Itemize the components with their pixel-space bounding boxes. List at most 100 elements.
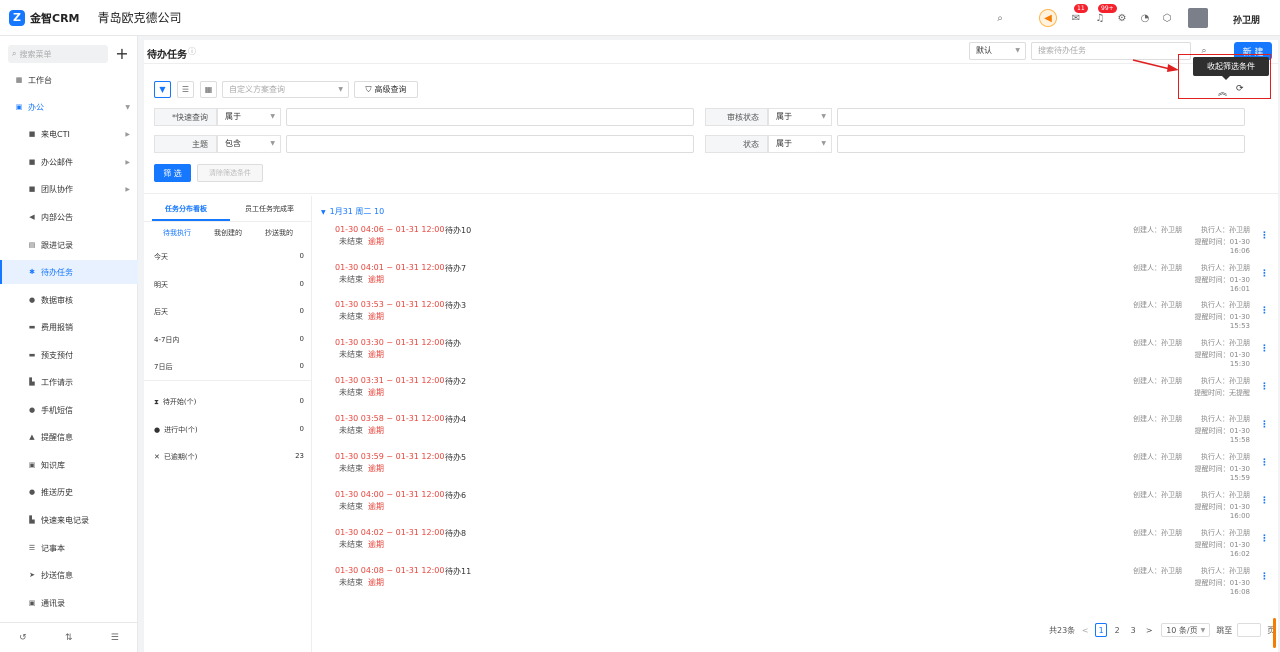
task-name[interactable]: 待办2 [445,376,466,387]
table-row[interactable]: 01-30 03:31 ~ 01-31 12:00 未结束 逾期 待办2 创建人：孙卫朋… [313,376,1269,414]
more-icon[interactable]: ⋮ [1260,496,1269,506]
sidebar-item-reminder[interactable]: ▲ 提醒信息 [0,425,138,449]
sidebar-item-followup[interactable]: ▤ 跟进记录 [0,233,138,257]
settings-sliders-icon[interactable]: ☰ [111,633,119,643]
task-name[interactable]: 待办3 [445,300,466,311]
sidebar-item-quick-call[interactable]: ▙ 快速来电记录 [0,508,138,532]
sidebar-item-workbench[interactable]: ▦ 工作台 [0,68,138,92]
help-icon[interactable]: ⓘ [188,46,196,57]
prev-page-button[interactable]: < [1079,623,1091,637]
filter-button[interactable]: 筛 选 [154,164,191,182]
more-icon[interactable]: ⋮ [1260,420,1269,430]
list-item[interactable]: ⧗ 待开始(个) 0 [154,397,304,407]
more-icon[interactable]: ⋮ [1260,231,1269,241]
view-select[interactable]: 默认 ▼ [969,42,1026,60]
message-icon[interactable]: ✉ 11 [1069,4,1088,25]
list-item[interactable]: 7日后 0 [154,362,304,372]
sidebar-item-audit[interactable]: ● 数据审核 [0,288,138,312]
chart-icon[interactable]: ◔ [1138,11,1152,25]
sidebar-item-office[interactable]: ▣ 办公 ▼ [0,95,138,119]
list-item[interactable]: ● 进行中(个) 0 [154,425,304,435]
page-button[interactable]: 2 [1111,623,1123,637]
user-name[interactable]: 孙卫朋 [1233,13,1260,26]
table-row[interactable]: 01-30 04:02 ~ 01-31 12:00 未结束 逾期 待办8 创建人：孙卫朋… [313,528,1269,566]
add-menu-button[interactable]: + [113,44,131,63]
scheme-select[interactable]: 自定义方案查询 ▼ [222,81,349,98]
clear-filter-button[interactable]: 清除筛选条件 [197,164,263,182]
page-size-select[interactable]: 10 条/页 ▼ [1161,623,1211,637]
sub-tab-todo[interactable]: 待我执行 [163,228,191,238]
menu-search-input[interactable]: ⌕ 搜索菜单 [8,45,108,63]
more-icon[interactable]: ⋮ [1260,534,1269,544]
sidebar-item-cti[interactable]: ■ 来电CTI ▶ [0,122,138,146]
audit-status-operator[interactable]: 属于 ▼ [768,108,832,126]
table-row[interactable]: 01-30 04:08 ~ 01-31 12:00 未结束 逾期 待办11 创建人：孙卫… [313,566,1269,604]
board-view-icon[interactable]: ▼ [154,81,171,98]
sub-tab-cc[interactable]: 抄送我的 [265,228,293,238]
table-row[interactable]: 01-30 03:59 ~ 01-31 12:00 未结束 逾期 待办5 创建人：孙卫朋… [313,452,1269,490]
sidebar-item-expense[interactable]: ▬ 费用报销 [0,315,138,339]
page-jump-input[interactable] [1237,623,1262,637]
table-row[interactable]: 01-30 04:06 ~ 01-31 12:00 未结束 逾期 待办10 创建人：孙卫… [313,225,1269,263]
subject-operator[interactable]: 包含 ▼ [217,135,281,153]
task-name[interactable]: 待办7 [445,263,466,274]
sidebar-item-request[interactable]: ▙ 工作请示 [0,370,138,394]
settings-icon[interactable]: ⚙ [1115,11,1129,25]
search-icon[interactable]: ⌕ [993,11,1007,25]
advanced-query-button[interactable]: ⛉ 高级查询 [354,81,418,98]
sidebar-item-knowledge[interactable]: ▣ 知识库 [0,453,138,477]
task-name[interactable]: 待办11 [445,566,471,577]
table-row[interactable]: 01-30 03:58 ~ 01-31 12:00 未结束 逾期 待办4 创建人：孙卫朋… [313,414,1269,452]
more-icon[interactable]: ⋮ [1260,269,1269,279]
task-name[interactable]: 待办8 [445,528,466,539]
sidebar-item-announcement[interactable]: ◀ 内部公告 [0,205,138,229]
tab-completion-rate[interactable]: 员工任务完成率 [245,204,294,214]
table-row[interactable]: 01-30 03:53 ~ 01-31 12:00 未结束 逾期 待办3 创建人：孙卫朋… [313,300,1269,338]
list-view-icon[interactable]: ☰ [177,81,194,98]
scrollbar[interactable] [1273,618,1276,648]
sidebar-item-todo[interactable]: ✱ 待办任务 [0,260,138,284]
task-name[interactable]: 待办10 [445,225,471,236]
sub-tab-created[interactable]: 我创建的 [214,228,242,238]
page-button[interactable]: 3 [1127,623,1139,637]
sidebar-item-cc[interactable]: ➤ 抄送信息 [0,563,138,587]
tab-task-board[interactable]: 任务分布看板 [165,204,207,214]
calendar-view-icon[interactable]: ▦ [200,81,217,98]
more-icon[interactable]: ⋮ [1260,572,1269,582]
list-item[interactable]: 明天 0 [154,280,304,290]
table-row[interactable]: 01-30 04:00 ~ 01-31 12:00 未结束 逾期 待办6 创建人：孙卫朋… [313,490,1269,528]
box-icon[interactable]: ⬡ [1160,11,1174,25]
notification-icon[interactable]: ♫ 99+ [1093,4,1117,25]
task-name[interactable]: 待办4 [445,414,466,425]
next-page-button[interactable]: > [1143,623,1155,637]
history-icon[interactable]: ↺ [19,633,27,643]
subject-input[interactable] [286,135,694,153]
task-name[interactable]: 待办6 [445,490,466,501]
task-name[interactable]: 待办 [445,338,461,349]
sidebar-item-notebook[interactable]: ☰ 记事本 [0,536,138,560]
sidebar-item-advance[interactable]: ▬ 预支预付 [0,343,138,367]
list-item[interactable]: 4-7日内 0 [154,335,304,345]
collapse-up-icon[interactable]: ︽ [1218,85,1227,98]
table-row[interactable]: 01-30 03:30 ~ 01-31 12:00 未结束 逾期 待办 创建人：孙卫朋 执… [313,338,1269,376]
sidebar-item-push-history[interactable]: ● 推送历史 [0,480,138,504]
sidebar-item-team[interactable]: ■ 团队协作 ▶ [0,177,138,201]
app-logo[interactable]: Z 金智CRM [9,9,80,26]
sort-icon[interactable]: ⇅ [65,633,73,643]
quick-query-operator[interactable]: 属于 ▼ [217,108,281,126]
sidebar-item-contacts[interactable]: ▣ 通讯录 [0,591,138,615]
page-button[interactable]: 1 [1095,623,1108,637]
list-item[interactable]: 今天 0 [154,252,304,262]
status-operator[interactable]: 属于 ▼ [768,135,832,153]
date-group-header[interactable]: ▼ 1月31 周二 10 [321,206,384,217]
sidebar-item-sms[interactable]: ● 手机短信 [0,398,138,422]
more-icon[interactable]: ⋮ [1260,306,1269,316]
more-icon[interactable]: ⋮ [1260,382,1269,392]
table-row[interactable]: 01-30 04:01 ~ 01-31 12:00 未结束 逾期 待办7 创建人：孙卫朋… [313,263,1269,301]
quick-query-input[interactable] [286,108,694,126]
more-icon[interactable]: ⋮ [1260,344,1269,354]
refresh-icon[interactable]: ⟳ [1236,84,1244,94]
task-name[interactable]: 待办5 [445,452,466,463]
more-icon[interactable]: ⋮ [1260,458,1269,468]
announcement-icon[interactable]: ◀ [1039,9,1057,27]
